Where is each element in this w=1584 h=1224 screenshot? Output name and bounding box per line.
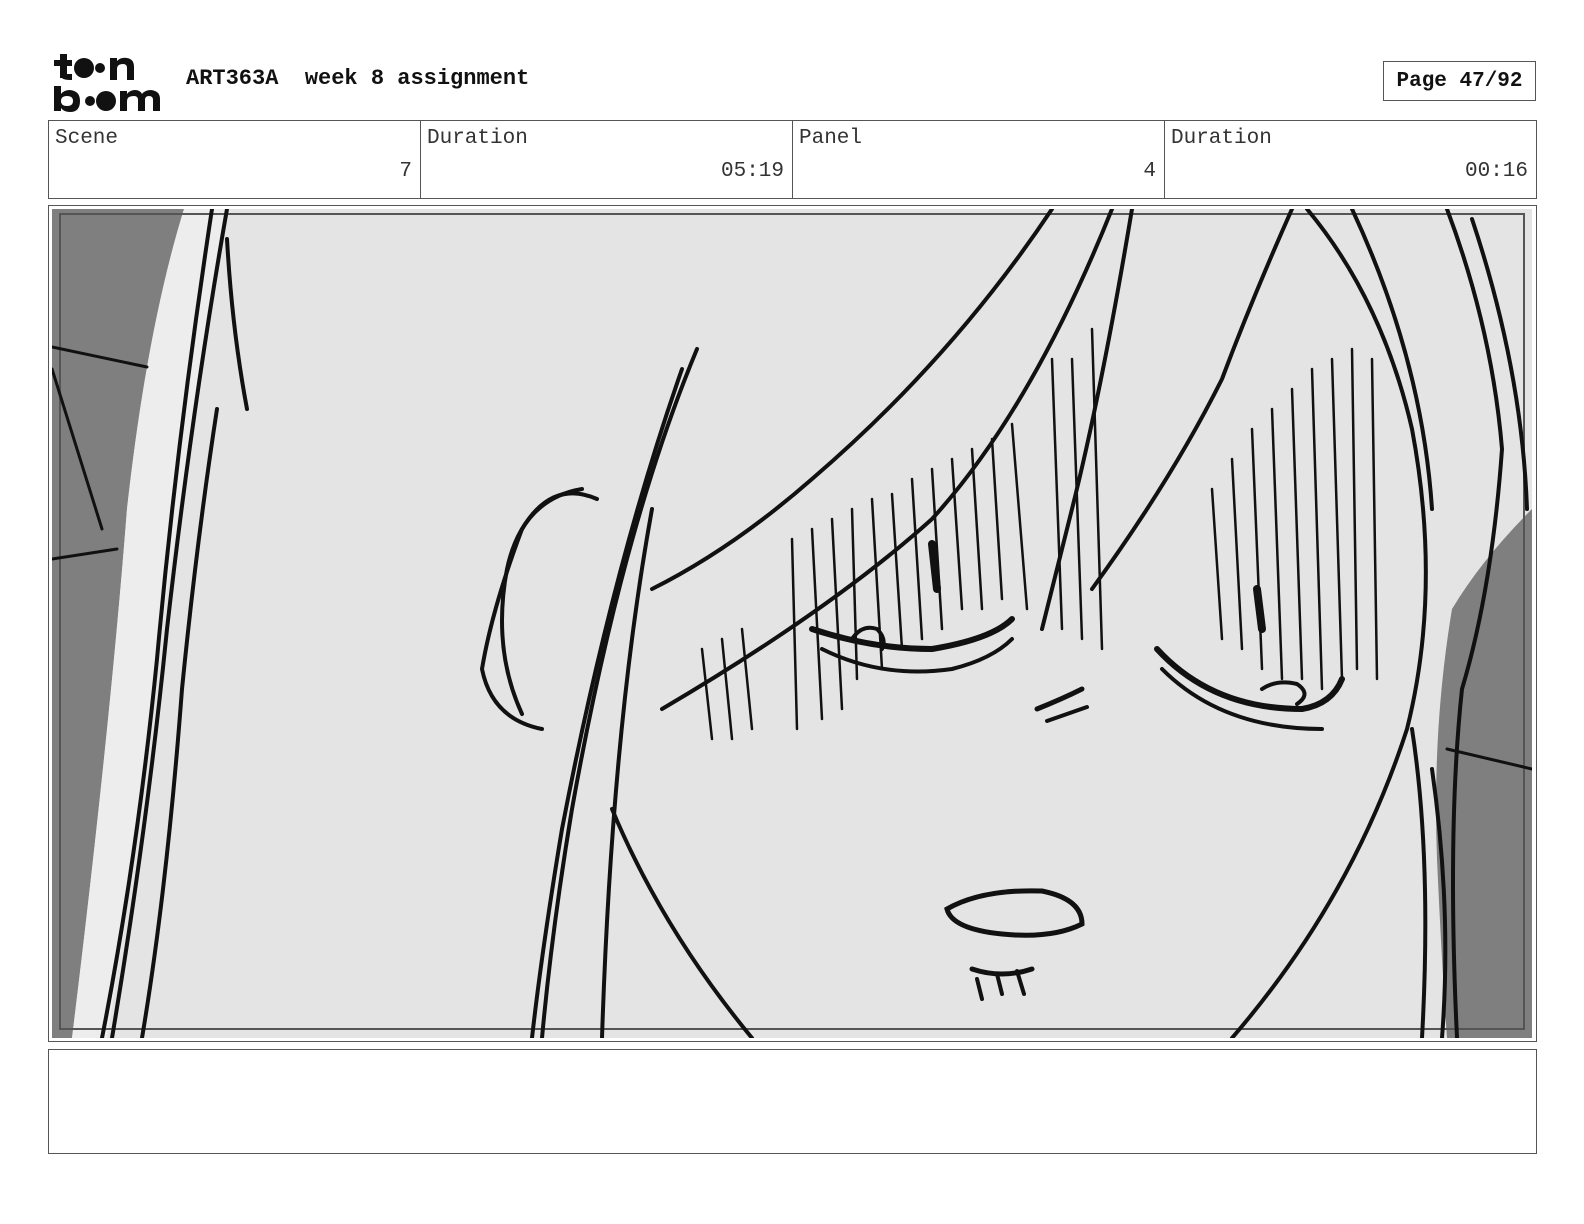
scene-info-row: Scene 7 Duration 05:19 Panel 4 Duration …	[48, 120, 1537, 199]
scene-label: Scene	[55, 127, 119, 150]
panel-duration-label: Duration	[1171, 127, 1272, 150]
project-code: ART363A	[186, 66, 279, 91]
toon-boom-logo	[54, 54, 160, 112]
panel-sketch-image	[52, 209, 1532, 1038]
scene-value: 7	[399, 160, 412, 183]
panel-label: Panel	[799, 127, 863, 150]
panel-value: 4	[1143, 160, 1156, 183]
assignment-name: week 8 assignment	[304, 66, 530, 91]
panel-duration-value: 00:16	[1464, 160, 1528, 183]
scene-duration-label: Duration	[427, 127, 528, 150]
document-title: ART363A week 8 assignment	[186, 66, 529, 91]
panel-background	[52, 209, 1532, 1038]
scene-duration-value: 05:19	[720, 160, 784, 183]
scene-cell: Scene 7	[49, 121, 421, 198]
panel-cell: Panel 4	[793, 121, 1165, 198]
panel-duration-cell: Duration 00:16	[1165, 121, 1536, 198]
page-indicator: Page 47/92	[1383, 61, 1536, 101]
scene-duration-cell: Duration 05:19	[421, 121, 793, 198]
storyboard-panel	[48, 205, 1537, 1042]
panel-notes-box[interactable]	[48, 1049, 1537, 1154]
